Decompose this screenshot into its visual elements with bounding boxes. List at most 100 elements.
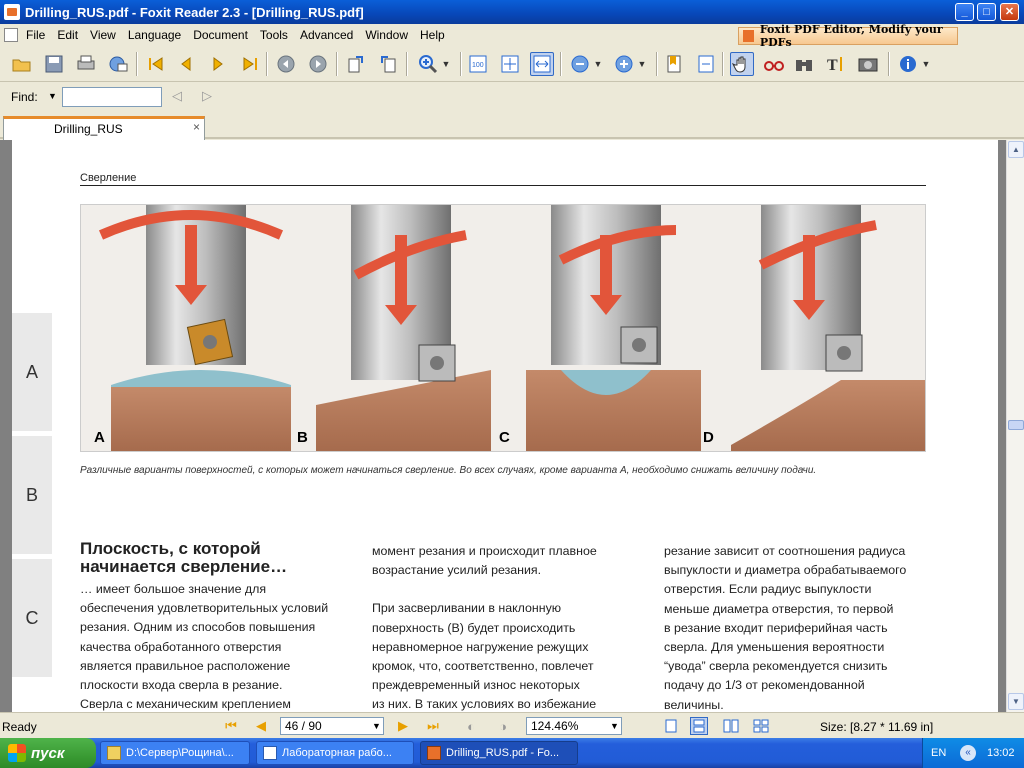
toolbar-separator — [560, 52, 562, 76]
language-indicator[interactable]: EN — [931, 747, 946, 759]
status-last-page-icon[interactable]: ⏭ — [424, 717, 442, 735]
start-button[interactable]: пуск — [0, 738, 96, 768]
continuous-page-view-icon[interactable] — [690, 717, 708, 735]
status-forward-icon[interactable]: ◑ — [494, 717, 512, 735]
toolbar-separator — [888, 52, 890, 76]
figure-label-c: C — [499, 429, 510, 446]
document-viewport[interactable]: A B C Сверление A B C D Различные вариан… — [0, 140, 1006, 712]
column-line: … имеет большое значение для — [80, 582, 267, 596]
find-previous-icon[interactable]: ◁ — [172, 88, 190, 106]
tray-arrow-icon[interactable]: « — [960, 745, 976, 761]
toolbar-separator — [460, 52, 462, 76]
document-tabs: Drilling_RUS × — [0, 112, 1024, 140]
title-bar: Drilling_RUS.pdf - Foxit Reader 2.3 - [D… — [0, 0, 1024, 24]
column-line: преждевременный износ некоторых — [372, 678, 580, 693]
facing-view-icon[interactable] — [722, 717, 740, 735]
windows-taskbar: пуск D:\Сервер\Рощина\... Лабораторная р… — [0, 738, 1024, 768]
email-globe-icon[interactable] — [106, 52, 130, 76]
section-label: Сверление — [80, 172, 137, 184]
panel-a-drawing — [98, 205, 291, 451]
find-input[interactable] — [62, 87, 162, 107]
task-label: D:\Сервер\Рощина\... — [126, 747, 234, 759]
menu-edit[interactable]: Edit — [51, 28, 84, 42]
find-next-icon[interactable]: ▷ — [202, 88, 220, 106]
close-button[interactable]: ✕ — [1000, 3, 1019, 21]
fit-width-icon[interactable] — [530, 52, 554, 76]
column-line: кромок, что, соответственно, повлечет — [372, 659, 594, 674]
info-dropdown-icon[interactable]: ▼ — [920, 52, 932, 76]
first-page-icon[interactable] — [144, 52, 168, 76]
previous-page-icon[interactable] — [174, 52, 198, 76]
column-line: является правильное расположение — [80, 658, 291, 673]
save-icon[interactable] — [42, 52, 66, 76]
back-icon[interactable] — [274, 52, 298, 76]
find-options-icon[interactable]: ▼ — [48, 91, 57, 101]
scroll-down-icon[interactable]: ▼ — [1008, 693, 1024, 710]
glasses-icon[interactable] — [762, 52, 786, 76]
zoom-plus-icon[interactable] — [612, 52, 636, 76]
scroll-up-icon[interactable]: ▲ — [1008, 141, 1024, 158]
column-line: отверстия. Если радиус выпуклости — [664, 582, 872, 597]
zoom-plus-dropdown-icon[interactable]: ▼ — [636, 52, 648, 76]
page-number-input[interactable]: 46 / 90 — [280, 717, 384, 735]
rotate-right-icon[interactable] — [376, 52, 400, 76]
zoom-in-icon[interactable] — [416, 52, 440, 76]
scroll-thumb[interactable] — [1008, 420, 1024, 430]
task-explorer[interactable]: D:\Сервер\Рощина\... — [100, 741, 250, 765]
task-word[interactable]: Лабораторная рабо... — [256, 741, 414, 765]
promo-banner[interactable]: Foxit PDF Editor, Modify your PDFs — [738, 23, 958, 49]
continuous-facing-view-icon[interactable] — [752, 717, 770, 735]
menu-tools[interactable]: Tools — [254, 28, 294, 42]
tab-drilling-rus[interactable]: Drilling_RUS × — [3, 116, 205, 140]
text-select-icon[interactable]: T — [824, 52, 848, 76]
start-label: пуск — [31, 744, 65, 762]
status-next-page-icon[interactable]: ▶ — [394, 717, 412, 735]
actual-size-icon[interactable]: 100 — [466, 52, 490, 76]
vertical-scrollbar[interactable]: ▲ ▼ — [1006, 140, 1024, 712]
status-first-page-icon[interactable]: ⏮ — [222, 717, 240, 735]
page-dropdown-icon[interactable]: ▼ — [372, 721, 381, 731]
column-line: момент резания и происходит плавное — [372, 544, 597, 558]
rotate-left-icon[interactable] — [344, 52, 368, 76]
single-page-view-icon[interactable] — [662, 717, 680, 735]
column-line: меньше диаметра отверстия, то первой — [664, 601, 894, 616]
snapshot-icon[interactable] — [856, 52, 880, 76]
maximize-button[interactable]: □ — [977, 3, 996, 21]
zoom-out-icon[interactable] — [568, 52, 592, 76]
menu-file[interactable]: File — [20, 28, 51, 42]
zoom-dropdown-icon[interactable]: ▼ — [440, 52, 452, 76]
task-foxit[interactable]: Drilling_RUS.pdf - Fo... — [420, 741, 578, 765]
minimize-button[interactable]: _ — [955, 3, 974, 21]
column-line: неравномерное нагружение режущих — [372, 639, 589, 654]
document-icon[interactable] — [4, 28, 18, 42]
side-tab-c: C — [12, 559, 52, 679]
column-line: резания. Одним из способов повышения — [80, 620, 316, 635]
print-icon[interactable] — [74, 52, 98, 76]
toolbar-separator — [336, 52, 338, 76]
open-icon[interactable] — [10, 52, 34, 76]
menu-view[interactable]: View — [84, 28, 122, 42]
hand-tool-icon[interactable] — [730, 52, 754, 76]
panel-c-drawing — [526, 205, 701, 451]
bookmark-icon[interactable] — [662, 52, 686, 76]
status-back-icon[interactable]: ◐ — [462, 717, 480, 735]
status-previous-page-icon[interactable]: ◀ — [252, 717, 270, 735]
zoom-level-input[interactable]: 124.46% — [526, 717, 622, 735]
last-page-icon[interactable] — [238, 52, 262, 76]
menu-document[interactable]: Document — [187, 28, 254, 42]
foxit-app-icon[interactable] — [4, 4, 20, 20]
fit-page-icon[interactable] — [498, 52, 522, 76]
menu-help[interactable]: Help — [414, 28, 451, 42]
binoculars-icon[interactable] — [792, 52, 816, 76]
forward-icon[interactable] — [306, 52, 330, 76]
menu-advanced[interactable]: Advanced — [294, 28, 359, 42]
menu-language[interactable]: Language — [122, 28, 187, 42]
info-icon[interactable] — [896, 52, 920, 76]
tab-close-icon[interactable]: × — [193, 120, 200, 134]
zoom-level-dropdown-icon[interactable]: ▼ — [610, 721, 619, 731]
status-ready: Ready — [2, 720, 37, 734]
menu-window[interactable]: Window — [359, 28, 414, 42]
continuous-view-icon[interactable] — [694, 52, 718, 76]
zoom-out-dropdown-icon[interactable]: ▼ — [592, 52, 604, 76]
next-page-icon[interactable] — [206, 52, 230, 76]
